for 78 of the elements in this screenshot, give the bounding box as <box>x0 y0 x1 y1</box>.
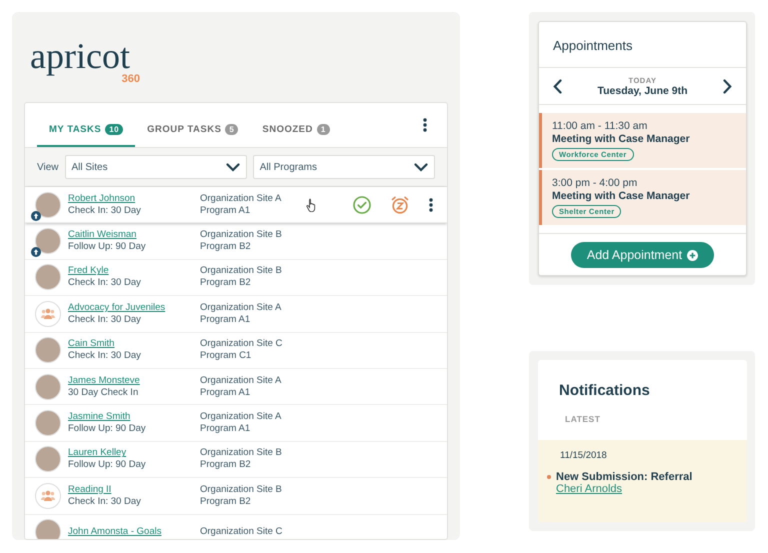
view-label: View <box>37 162 58 172</box>
task-label: Check In: 30 Day <box>68 350 142 362</box>
appointment-title: Meeting with Case Manager <box>552 190 690 202</box>
more-options-icon[interactable] <box>423 118 427 132</box>
program-label: Program B2 <box>200 277 252 290</box>
client-link[interactable]: Cheri Arnolds <box>547 483 747 495</box>
task-label: Follow Up: 90 Day <box>68 241 147 254</box>
card-title: Appointments <box>539 22 746 68</box>
notification-date: 11/15/2018 <box>559 450 608 461</box>
appointment-time: 3:00 pm - 4:00 pm <box>552 177 638 189</box>
previous-day-button[interactable] <box>553 79 562 94</box>
program-label: Program B2 <box>200 496 252 508</box>
date-label: Tuesday, June 9th <box>597 85 688 97</box>
count-badge: 1 <box>316 124 330 135</box>
site-label: Organization Site B <box>200 484 283 496</box>
add-appointment-button[interactable]: Add Appointment <box>570 242 714 268</box>
group-avatar <box>35 300 61 327</box>
photo-placeholder <box>35 446 61 472</box>
client-link[interactable]: Fred Kyle <box>68 265 200 278</box>
chevron-down-icon <box>226 162 240 172</box>
program-label: Program A1 <box>200 386 252 399</box>
task-label: 30 Day Check In <box>68 386 140 399</box>
count-badge: 10 <box>105 124 124 135</box>
program-label: Program A1 <box>200 204 252 217</box>
count-badge: 5 <box>225 124 238 135</box>
check-circle-icon[interactable] <box>353 196 371 214</box>
site-label: Organization Site B <box>200 265 283 278</box>
appointment-title: Meeting with Case Manager <box>552 133 690 145</box>
next-day-button[interactable] <box>723 79 732 94</box>
filter-dropdown[interactable]: All Programs <box>252 155 435 179</box>
client-link[interactable]: Jasmine Smith <box>68 411 200 424</box>
site-label: Organization Site A <box>200 411 282 424</box>
group-avatar <box>35 482 61 509</box>
client-link[interactable]: John Amonsta - Goals <box>68 526 200 538</box>
program-label: Program A1 <box>200 314 252 326</box>
client-link[interactable]: Caitlin Weisman <box>68 229 200 242</box>
plus-circle-icon <box>687 250 698 260</box>
chevron-down-icon <box>414 162 428 172</box>
photo-placeholder <box>35 410 61 436</box>
card-title: Notifications <box>558 381 651 399</box>
client-link[interactable]: Lauren Kelley <box>68 447 200 460</box>
site-label: Organization Site A <box>200 374 282 387</box>
program-label: Program C1 <box>200 350 252 362</box>
appointment-time: 11:00 am - 11:30 am <box>552 120 648 132</box>
photo-placeholder <box>35 337 61 364</box>
task-label: Check In: 30 Day <box>68 496 142 508</box>
program-label: Program B2 <box>200 241 252 254</box>
hand-cursor-icon <box>306 198 317 212</box>
site-label: Organization Site B <box>200 447 283 460</box>
task-label: Follow Up: 90 Day <box>68 423 147 436</box>
client-link[interactable]: Reading II <box>68 484 200 496</box>
task-label: Check In: 30 Day <box>68 314 142 326</box>
site-label: Organization Site B <box>200 229 283 242</box>
photo-placeholder <box>35 192 61 218</box>
site-label: Organization Site C <box>200 526 284 538</box>
section-label: LATEST <box>564 413 602 426</box>
logo-suffix: 360 <box>122 73 140 85</box>
program-label: Program B2 <box>200 459 252 472</box>
photo-placeholder <box>35 228 61 254</box>
tab[interactable]: SNOOZED 1 <box>250 124 342 147</box>
program-label: Program A1 <box>200 423 252 436</box>
more-options-icon[interactable] <box>429 198 433 212</box>
client-link[interactable]: Cain Smith <box>68 338 200 350</box>
client-link[interactable]: James Monsteve <box>68 374 200 387</box>
notification-title: New Submission: Referral <box>556 471 692 483</box>
photo-placeholder <box>35 374 61 400</box>
photo-placeholder <box>35 264 61 290</box>
client-link[interactable]: Advocacy for Juveniles <box>68 302 200 314</box>
snooze-alarm-icon[interactable] <box>391 196 409 214</box>
tab[interactable]: GROUP TASKS 5 <box>135 124 250 147</box>
client-link[interactable]: Robert Johnson <box>68 192 200 205</box>
task-label: Follow Up: 90 Day <box>68 459 147 472</box>
task-label: Check In: 30 Day <box>68 204 142 217</box>
filter-dropdown[interactable]: All Sites <box>64 155 247 179</box>
task-label: Check In: 30 Day <box>68 277 142 290</box>
site-label: Organization Site A <box>200 192 282 205</box>
site-label: Organization Site A <box>200 302 282 314</box>
site-label: Organization Site C <box>200 338 284 350</box>
